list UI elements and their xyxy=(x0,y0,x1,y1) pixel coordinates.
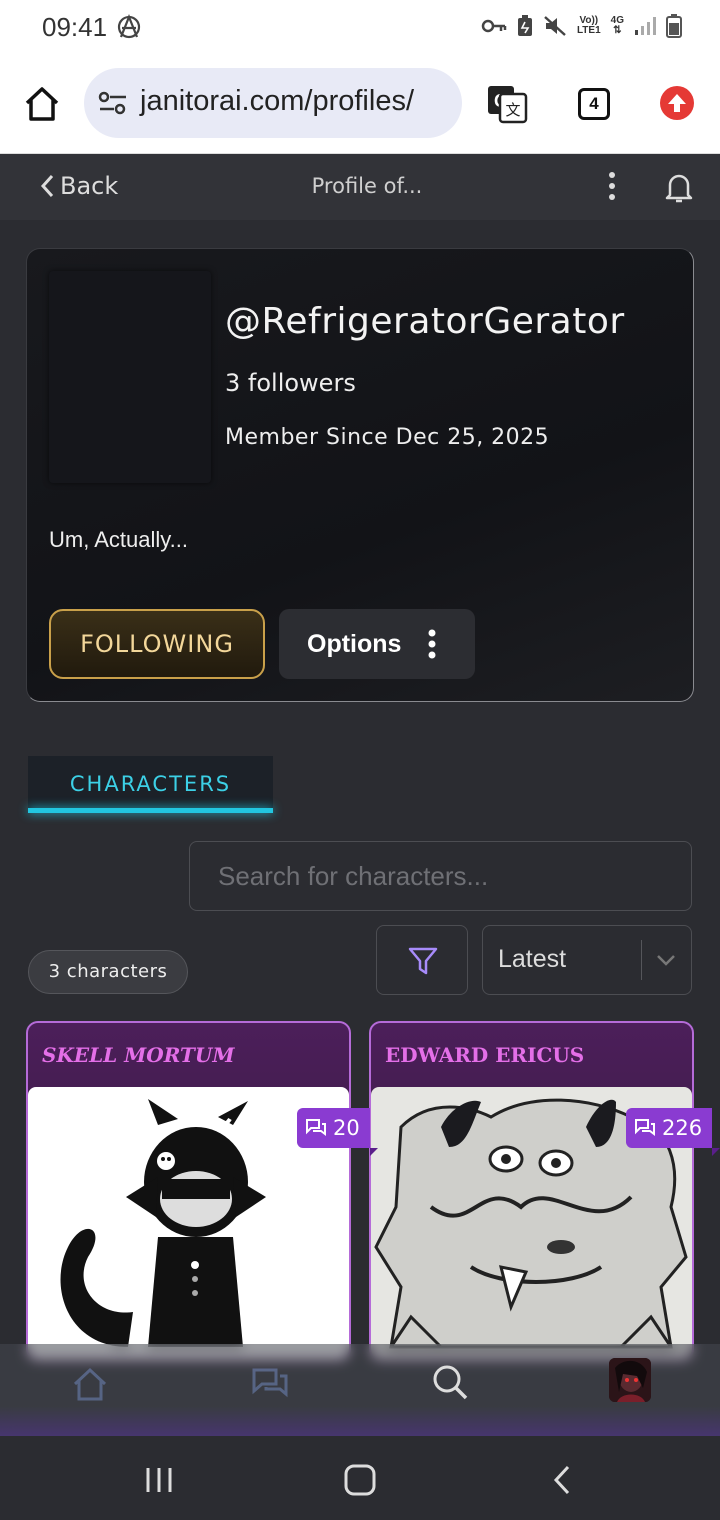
nav-search-icon[interactable] xyxy=(430,1362,470,1402)
mute-icon xyxy=(544,16,566,36)
followers-count[interactable]: 3 followers xyxy=(225,369,356,397)
character-card[interactable]: SKELL MORTUM xyxy=(26,1021,351,1361)
status-icons: Vo)) LTE1 4G ⇅ xyxy=(481,14,682,38)
nav-chats-icon[interactable] xyxy=(250,1364,290,1404)
sort-selected-label: Latest xyxy=(498,945,567,973)
options-label: Options xyxy=(307,630,402,658)
vertical-dots-icon xyxy=(428,629,436,659)
tab-switcher-button[interactable]: 4 xyxy=(578,88,610,120)
system-home-icon[interactable] xyxy=(344,1464,376,1496)
bottom-navigation xyxy=(0,1344,720,1436)
options-button[interactable]: Options xyxy=(279,609,475,679)
recents-icon[interactable] xyxy=(144,1466,174,1494)
nav-profile-avatar[interactable] xyxy=(609,1358,651,1402)
vpn-key-icon xyxy=(481,19,507,33)
character-name: SKELL MORTUM xyxy=(42,1043,235,1067)
signal-icon xyxy=(635,17,656,35)
sort-divider xyxy=(641,940,642,980)
character-count-badge: 3 characters xyxy=(28,950,188,994)
chat-count: 20 xyxy=(333,1116,360,1140)
chat-count: 226 xyxy=(662,1116,703,1140)
chat-icon xyxy=(635,1119,655,1136)
network-label: Vo)) LTE1 xyxy=(577,16,601,36)
tab-active-indicator xyxy=(28,808,273,813)
system-back-icon[interactable] xyxy=(552,1464,572,1496)
character-search-input[interactable] xyxy=(189,841,692,911)
filter-icon xyxy=(408,947,438,975)
tab-characters[interactable]: CHARACTERS xyxy=(28,756,273,812)
member-since: Member Since Dec 25, 2025 xyxy=(225,425,550,450)
profile-card: @RefrigeratorGerator 3 followers Member … xyxy=(26,248,694,702)
system-navigation-bar xyxy=(0,1436,720,1520)
character-name: EDWARD ERICUS xyxy=(385,1043,585,1067)
translate-icon[interactable]: G 文 xyxy=(486,84,528,124)
site-settings-icon[interactable] xyxy=(98,90,128,116)
filter-button[interactable] xyxy=(376,925,468,995)
svg-text:文: 文 xyxy=(505,101,520,119)
status-time: 09:41 xyxy=(42,12,108,42)
browser-toolbar: janitorai.com/profiles/ G 文 4 xyxy=(0,56,720,154)
chevron-down-icon xyxy=(657,955,675,966)
data-arrows-icon: ⇅ xyxy=(613,25,622,36)
home-icon[interactable] xyxy=(22,84,62,124)
chat-count-badge: 20 xyxy=(297,1108,378,1156)
site-header: Back Profile of... xyxy=(0,154,720,220)
anarchy-icon xyxy=(117,14,141,39)
profile-bio: Um, Actually... xyxy=(49,527,188,552)
battery-icon xyxy=(666,14,682,38)
chat-icon xyxy=(306,1119,326,1136)
character-card[interactable]: EDWARD ERICUS xyxy=(369,1021,694,1361)
data-type: 4G ⇅ xyxy=(611,16,624,36)
status-bar: 09:41 Vo)) LTE1 4G ⇅ xyxy=(0,0,720,56)
sort-select[interactable]: Latest xyxy=(482,925,692,995)
address-bar[interactable]: janitorai.com/profiles/ xyxy=(84,68,462,138)
chat-count-badge: 226 xyxy=(626,1108,720,1156)
following-button[interactable]: FOLLOWING xyxy=(49,609,265,679)
battery-saver-icon xyxy=(517,15,532,36)
bell-icon[interactable] xyxy=(664,170,694,204)
more-menu-icon[interactable] xyxy=(600,170,624,202)
nav-home-icon[interactable] xyxy=(70,1364,110,1404)
profile-username: @RefrigeratorGerator xyxy=(225,301,625,342)
nav-glow xyxy=(0,1406,720,1436)
network-bottom-label: LTE1 xyxy=(576,25,601,36)
avatar xyxy=(49,271,211,483)
update-icon[interactable] xyxy=(660,86,694,120)
url-text: janitorai.com/profiles/ xyxy=(140,85,414,117)
